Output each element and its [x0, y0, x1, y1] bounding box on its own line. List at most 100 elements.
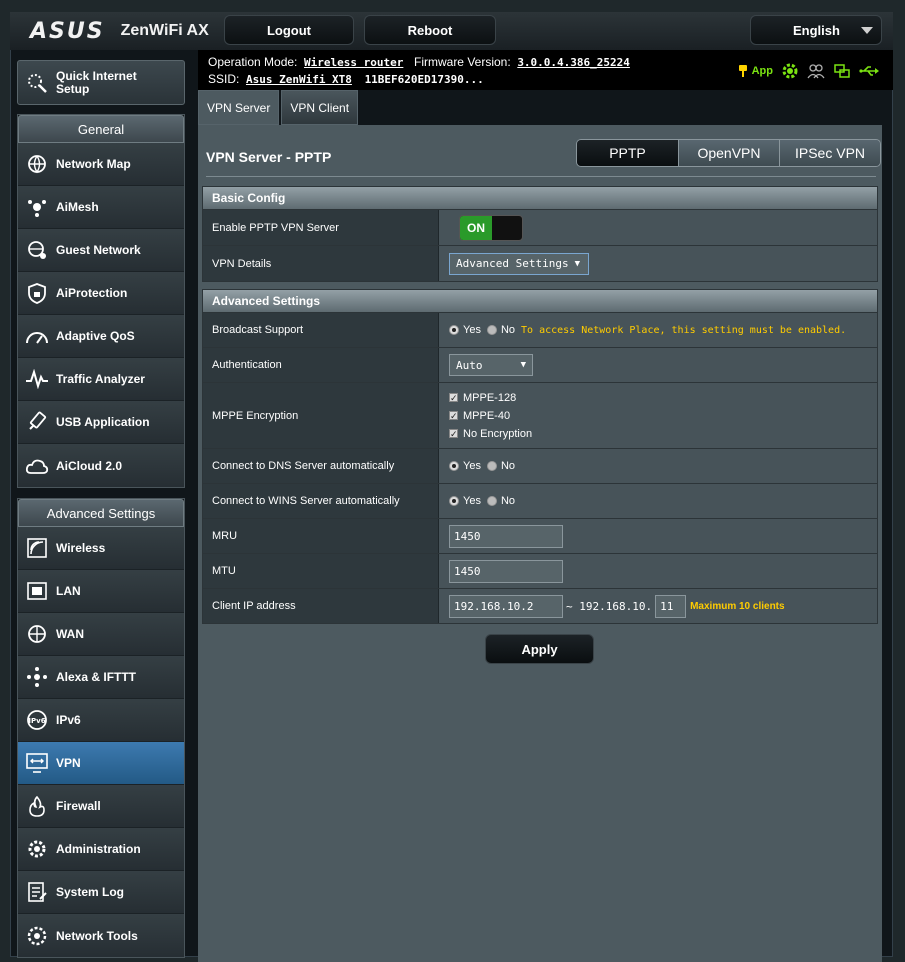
ipv6-icon: IPv6	[18, 709, 56, 731]
tools-icon	[18, 925, 56, 947]
guest-globe-icon	[18, 239, 56, 261]
operation-mode-link[interactable]: Wireless router	[304, 56, 403, 69]
menu-ipv6[interactable]: IPv6 IPv6	[18, 699, 184, 742]
menu-guest-network[interactable]: Guest Network	[18, 229, 184, 272]
mppe-label: MPPE Encryption	[203, 383, 439, 448]
menu-lan[interactable]: LAN	[18, 570, 184, 613]
globe-icon	[18, 153, 56, 175]
ssid-link[interactable]: Asus ZenWifi XT8	[246, 73, 352, 86]
max-clients-hint: Maximum 10 clients	[690, 600, 785, 612]
ssid-extra: 11BEF620ED17390...	[364, 73, 484, 86]
network-icon[interactable]	[833, 63, 851, 79]
menu-network-map[interactable]: Network Map	[18, 143, 184, 186]
menu-wan[interactable]: WAN	[18, 613, 184, 656]
mppe-128-checkbox[interactable]: ✓ MPPE-128	[449, 392, 516, 404]
client-ip-row: Client IP address 192.168.10.2 ~ 192.168…	[202, 589, 878, 624]
firmware-link[interactable]: 3.0.0.4.386_25224	[517, 56, 630, 69]
mru-input[interactable]: 1450	[449, 524, 563, 548]
dns-yes-radio[interactable]: Yes	[449, 460, 481, 472]
client-ip-end-input[interactable]: 11	[655, 594, 687, 618]
svg-text:IPv6: IPv6	[28, 717, 45, 725]
dropdown-arrow-icon: ▼	[520, 360, 526, 370]
page-title: VPN Server - PPTP	[206, 149, 332, 165]
wins-label: Connect to WINS Server automatically	[203, 484, 439, 518]
admin-gear-icon	[18, 838, 56, 860]
wins-row: Connect to WINS Server automatically Yes…	[202, 484, 878, 519]
dns-no-radio[interactable]: No	[486, 460, 515, 472]
broadcast-no-radio[interactable]: No	[486, 324, 515, 336]
reboot-button[interactable]: Reboot	[364, 15, 496, 45]
app-link[interactable]: App	[737, 64, 773, 78]
quick-internet-setup-button[interactable]: Quick Internet Setup	[17, 60, 185, 105]
model-name: ZenWiFi AX	[120, 22, 209, 39]
wan-globe-icon	[18, 623, 56, 645]
mtu-row: MTU 1450	[202, 554, 878, 589]
dropdown-arrow-icon: ▼	[574, 258, 581, 269]
menu-usb-application[interactable]: USB Application	[18, 401, 184, 444]
fire-icon	[18, 795, 56, 817]
checkbox-checked-icon: ✓	[449, 393, 458, 403]
menu-aicloud[interactable]: AiCloud 2.0	[18, 444, 184, 487]
usb-icon[interactable]	[859, 64, 879, 78]
menu-adaptive-qos[interactable]: Adaptive QoS	[18, 315, 184, 358]
log-icon	[18, 881, 56, 903]
protocol-tab-pptp[interactable]: PPTP	[577, 140, 678, 166]
general-title: General	[18, 115, 184, 143]
menu-vpn[interactable]: VPN	[18, 742, 184, 785]
authentication-row: Authentication Auto ▼	[202, 348, 878, 383]
broadcast-label: Broadcast Support	[203, 313, 439, 347]
authentication-label: Authentication	[203, 348, 439, 382]
vpn-details-select[interactable]: Advanced Settings ▼	[449, 252, 589, 275]
gear-icon[interactable]	[781, 62, 799, 80]
status-bar: Operation Mode: Wireless router Firmware…	[198, 50, 893, 90]
menu-aimesh[interactable]: AiMesh	[18, 186, 184, 229]
clients-icon[interactable]	[807, 63, 825, 79]
tab-vpn-client[interactable]: VPN Client	[281, 90, 359, 125]
logout-button[interactable]: Logout	[224, 15, 354, 45]
apply-button[interactable]: Apply	[485, 634, 594, 664]
protocol-tab-openvpn[interactable]: OpenVPN	[678, 140, 779, 166]
main-panel: VPN Server - PPTP PPTP OpenVPN IPSec VPN…	[198, 125, 882, 962]
mtu-input[interactable]: 1450	[449, 559, 563, 583]
asus-logo: ASUS	[30, 18, 105, 44]
pulse-icon	[18, 369, 56, 389]
quick-setup-label: Quick Internet Setup	[56, 68, 137, 96]
menu-system-log[interactable]: System Log	[18, 871, 184, 914]
enable-pptp-label: Enable PPTP VPN Server	[203, 210, 439, 245]
menu-administration[interactable]: Administration	[18, 828, 184, 871]
no-encryption-checkbox[interactable]: ✓ No Encryption	[449, 428, 532, 440]
protocol-tabs: PPTP OpenVPN IPSec VPN	[576, 139, 881, 167]
client-ip-start-input[interactable]: 192.168.10.2	[449, 594, 563, 618]
wins-yes-radio[interactable]: Yes	[449, 495, 481, 507]
wins-no-radio[interactable]: No	[486, 495, 515, 507]
menu-alexa-ifttt[interactable]: Alexa & IFTTT	[18, 656, 184, 699]
mesh-icon	[18, 196, 56, 218]
enable-pptp-toggle[interactable]: ON	[459, 214, 523, 241]
title-divider	[206, 176, 876, 177]
authentication-select[interactable]: Auto ▼	[449, 354, 533, 376]
menu-wireless[interactable]: Wireless	[18, 527, 184, 570]
language-select[interactable]: English	[750, 15, 882, 45]
mppe-40-checkbox[interactable]: ✓ MPPE-40	[449, 410, 510, 422]
protocol-tab-ipsec[interactable]: IPSec VPN	[779, 140, 880, 166]
chevron-down-icon	[861, 27, 873, 34]
language-value: English	[793, 22, 840, 38]
menu-traffic-analyzer[interactable]: Traffic Analyzer	[18, 358, 184, 401]
advanced-menu: Advanced Settings Wireless LAN WAN Alexa…	[17, 498, 185, 958]
mtu-label: MTU	[203, 554, 439, 588]
general-menu: General Network Map AiMesh Guest Network…	[17, 114, 185, 488]
advanced-title: Advanced Settings	[18, 499, 184, 527]
dns-row: Connect to DNS Server automatically Yes …	[202, 449, 878, 484]
tab-vpn-server[interactable]: VPN Server	[198, 90, 280, 125]
mru-row: MRU 1450	[202, 519, 878, 554]
broadcast-row: Broadcast Support Yes No To access Netwo…	[202, 313, 878, 348]
cloud-icon	[18, 457, 56, 475]
mppe-row: MPPE Encryption ✓ MPPE-128 ✓ MPPE-40 ✓ No E…	[202, 383, 878, 449]
menu-network-tools[interactable]: Network Tools	[18, 914, 184, 957]
broadcast-yes-radio[interactable]: Yes	[449, 324, 481, 336]
vpn-details-row: VPN Details Advanced Settings ▼	[202, 246, 878, 282]
vpn-tabs: VPN Server VPN Client	[198, 90, 360, 125]
app-key-icon	[738, 65, 747, 77]
menu-aiprotection[interactable]: AiProtection	[18, 272, 184, 315]
menu-firewall[interactable]: Firewall	[18, 785, 184, 828]
